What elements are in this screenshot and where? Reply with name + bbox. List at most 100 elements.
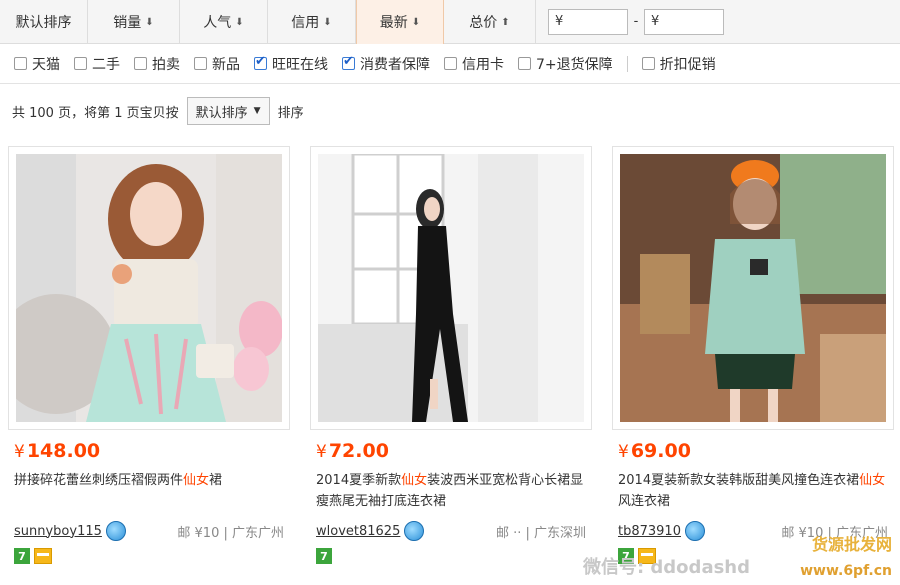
seller-link[interactable]: wlovet81625 [316,524,400,539]
filter-auction[interactable]: 拍卖 [134,54,180,74]
sort-total-price-button[interactable]: 总价 ⬆ [444,0,536,44]
product-grid: ¥148.00 拼接碎花蕾丝刺绣压褶假两件仙女裙 sunnyboy115 邮 ¥… [0,146,900,585]
wangwang-icon[interactable] [105,521,126,541]
pager-suffix: 排序 [277,105,304,121]
checkbox[interactable] [134,57,147,70]
watermark-site-cn: 货源批发网 [811,535,892,554]
product-price: ¥69.00 [612,440,894,462]
checkbox[interactable] [641,57,655,70]
price-dash: - [633,14,639,29]
checkbox[interactable] [444,57,457,70]
checkbox[interactable] [74,57,87,70]
filter-discount[interactable]: 折扣促销 [641,54,716,74]
sort-select-value: 默认排序 [195,105,248,121]
filter-credit-card[interactable]: 信用卡 [444,54,504,74]
filter-new[interactable]: 新品 [194,54,240,74]
arrow-down-icon: ⬇ [145,16,154,28]
product-image[interactable] [620,154,886,422]
watermark-wechat: 微信号: ddodashd [582,557,750,578]
price-min-input[interactable]: ¥ [548,8,628,35]
filter-bar: 天猫 二手 拍卖 新品 旺旺在线 消费者保障 信用卡 7+退货保障 折扣促销 [0,44,900,84]
pager-prefix: 共 100 页，将第 1 页宝贝按 [12,105,179,121]
seller-row: sunnyboy115 邮 ¥10 | 广东广州 [8,520,290,542]
product-image-frame[interactable] [8,146,290,430]
price-max-input[interactable]: ¥ [644,8,724,35]
product-card: ¥69.00 2014夏装新款女装韩版甜美风撞色连衣裙仙女风连衣裙 tb8739… [612,146,894,564]
arrow-down-icon: ⬇ [411,16,421,28]
title-highlight: 仙女 [401,473,428,488]
title-text: 裙 [209,473,223,488]
currency-symbol: ¥ [316,442,327,462]
sort-default-label: 默认排序 [15,15,72,31]
price-range: ¥ - ¥ [548,0,724,43]
price-value: 72.00 [328,440,389,462]
filter-label: 信用卡 [462,56,504,73]
arrow-up-icon: ⬆ [501,16,510,28]
credit-card-icon[interactable] [34,548,52,564]
product-image[interactable] [16,154,282,422]
filter-label: 二手 [92,56,120,73]
sort-select[interactable]: 默认排序 ▼ [186,97,270,125]
product-photo [620,154,886,422]
sort-credit-label: 信用 [291,15,320,31]
price-value: 69.00 [630,440,691,462]
checkbox-checked[interactable] [342,54,355,70]
product-title[interactable]: 拼接碎花蕾丝刺绣压褶假两件仙女裙 [8,470,290,512]
currency-symbol: ¥ [14,442,25,462]
seller-link[interactable]: tb873910 [618,524,681,539]
checkbox[interactable] [518,57,531,70]
arrow-down-icon: ⬇ [235,16,244,28]
shipping-location: 邮 ·· | 广东深圳 [495,525,586,541]
filter-label: 新品 [212,56,240,73]
title-text: 拼接碎花蕾丝刺绣压褶假两件 [14,473,184,488]
filter-secondhand[interactable]: 二手 [74,54,120,74]
filter-7day-return[interactable]: 7+退货保障 [518,54,613,74]
product-title[interactable]: 2014夏季新款仙女装波西米亚宽松背心长裙显瘦燕尾无袖打底连衣裙 [310,470,592,512]
product-image-frame[interactable] [612,146,894,430]
filter-divider [626,55,628,72]
sort-newest-label: 最新 [379,15,408,31]
sort-credit-button[interactable]: 信用 ⬇ [268,0,356,44]
arrow-down-icon: ⬇ [323,16,332,28]
product-title[interactable]: 2014夏装新款女装韩版甜美风撞色连衣裙仙女风连衣裙 [612,470,894,512]
filter-label: 7+退货保障 [536,56,613,73]
sort-total-price-label: 总价 [469,15,498,31]
product-price: ¥72.00 [310,440,592,462]
product-photo [16,154,282,422]
sort-default-button[interactable]: 默认排序 [0,0,88,44]
filter-consumer-protection[interactable]: 消费者保障 [342,54,430,74]
sort-newest-button[interactable]: 最新 ⬇ [356,0,444,44]
checkbox[interactable] [194,57,207,70]
filter-label: 消费者保障 [360,56,430,73]
filter-tmall[interactable]: 天猫 [14,54,60,74]
currency-symbol: ¥ [618,442,629,462]
filter-label: 天猫 [32,56,60,73]
sort-popularity-button[interactable]: 人气 ⬇ [180,0,268,44]
product-image-frame[interactable] [310,146,592,430]
filter-label: 折扣促销 [659,56,716,73]
product-card: ¥72.00 2014夏季新款仙女装波西米亚宽松背心长裙显瘦燕尾无袖打底连衣裙 … [310,146,592,564]
seven-day-return-icon[interactable]: 7 [316,548,332,564]
wangwang-icon[interactable] [404,521,425,541]
filter-wangwang-online[interactable]: 旺旺在线 [254,54,328,74]
seven-day-return-icon[interactable]: 7 [14,548,30,564]
product-image[interactable] [318,154,584,422]
title-highlight: 仙女 [183,473,210,488]
title-text: 2014夏季新款 [316,473,402,488]
price-value: 148.00 [26,440,101,462]
sort-sales-button[interactable]: 销量 ⬇ [88,0,180,44]
filter-label: 旺旺在线 [272,56,328,73]
checkbox[interactable] [14,57,27,70]
product-card: ¥148.00 拼接碎花蕾丝刺绣压褶假两件仙女裙 sunnyboy115 邮 ¥… [8,146,290,564]
sort-popularity-label: 人气 [203,15,232,31]
seller-row: wlovet81625 邮 ·· | 广东深圳 [310,520,592,542]
title-highlight: 仙女 [859,473,886,488]
title-text: 2014夏装新款女装韩版甜美风撞色连衣裙 [618,473,860,488]
wangwang-icon[interactable] [684,521,705,541]
product-price: ¥148.00 [8,440,290,462]
title-text: 风连衣裙 [618,494,671,509]
pager-line: 共 100 页，将第 1 页宝贝按 默认排序 ▼ 排序 [12,96,304,126]
filter-label: 拍卖 [152,56,180,73]
seller-link[interactable]: sunnyboy115 [14,524,102,539]
checkbox-checked[interactable] [254,54,267,70]
